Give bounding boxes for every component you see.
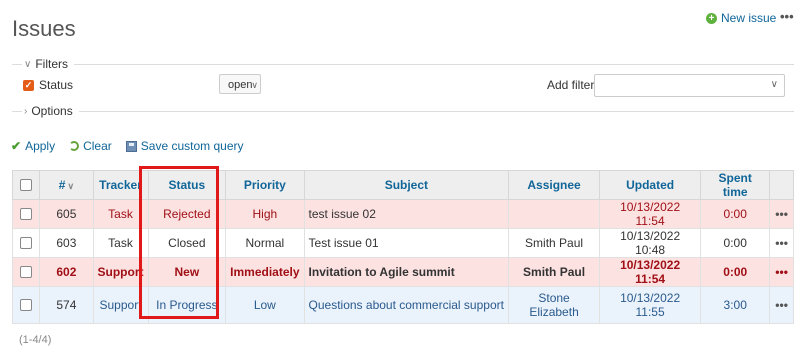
- issue-priority: Normal: [225, 228, 305, 258]
- issue-spent-time: 0:00: [700, 199, 771, 229]
- column-header-subject[interactable]: Subject: [303, 170, 510, 200]
- issue-id[interactable]: 605: [39, 199, 94, 229]
- options-legend-label: Options: [31, 104, 73, 118]
- save-query-label: Save custom query: [140, 139, 244, 153]
- row-checkbox[interactable]: [20, 208, 33, 220]
- chevron-down-icon: ∨: [24, 58, 32, 70]
- add-filter-label: Add filter: [547, 78, 595, 92]
- column-header-updated[interactable]: Updated: [598, 170, 702, 200]
- chevron-down-icon: ∨: [251, 80, 258, 90]
- issue-priority: High: [225, 199, 305, 229]
- issue-id[interactable]: 602: [39, 257, 94, 287]
- issue-updated: 10/13/2022 11:55: [598, 286, 702, 324]
- issue-priority: Low: [225, 286, 305, 324]
- clear-button[interactable]: Clear: [69, 139, 112, 153]
- column-header-spent-time[interactable]: Spent time: [700, 170, 771, 200]
- issue-subject[interactable]: Questions about commercial support: [303, 286, 510, 324]
- issue-status: Closed: [147, 228, 227, 258]
- status-filter-label: Status: [39, 78, 74, 92]
- pagination-count: (1-4/4): [19, 334, 52, 346]
- options-legend: › Options: [12, 104, 794, 118]
- issue-updated: 10/13/2022 11:54: [598, 257, 702, 287]
- issue-status: In Progress: [147, 286, 227, 324]
- issues-table: # ∨ Tracker Status Priority Subject Assig…: [11, 170, 794, 324]
- row-checkbox[interactable]: [20, 237, 33, 249]
- status-operator-select[interactable]: open ∨: [219, 74, 261, 94]
- issue-assignee[interactable]: [508, 199, 600, 229]
- row-more-icon[interactable]: •••: [769, 257, 794, 287]
- issue-id[interactable]: 574: [39, 286, 94, 324]
- options-toggle[interactable]: › Options: [24, 104, 73, 118]
- chevron-down-icon: ∨: [770, 79, 778, 90]
- filters-legend: ∨ Filters: [12, 57, 794, 71]
- add-filter-select[interactable]: ∨: [594, 74, 785, 97]
- filters-toggle[interactable]: ∨ Filters: [24, 57, 68, 71]
- issue-tracker: Task: [92, 199, 149, 229]
- save-query-button[interactable]: Save custom query: [125, 139, 244, 153]
- column-header-tracker[interactable]: Tracker: [92, 170, 149, 200]
- column-header-priority[interactable]: Priority: [225, 170, 305, 200]
- issue-spent-time: 0:00: [700, 228, 771, 258]
- issue-assignee[interactable]: Smith Paul: [508, 228, 600, 258]
- chevron-right-icon: ›: [24, 105, 28, 117]
- issue-subject[interactable]: Invitation to Agile summit: [303, 257, 510, 287]
- column-header-status[interactable]: Status: [147, 170, 227, 200]
- apply-button[interactable]: ✔ Apply: [11, 139, 55, 153]
- status-operator-value: open: [228, 79, 253, 91]
- chevron-down-icon: ∨: [67, 181, 75, 191]
- row-more-icon[interactable]: •••: [769, 199, 794, 229]
- row-more-icon[interactable]: •••: [769, 286, 794, 324]
- column-header-id[interactable]: # ∨: [39, 170, 94, 200]
- plus-icon: +: [706, 12, 717, 24]
- column-header-actions: [769, 170, 794, 200]
- table-row[interactable]: 602 Support New Immediately Invitation t…: [11, 257, 794, 287]
- issue-tracker: Support: [92, 286, 149, 324]
- row-more-icon[interactable]: •••: [769, 228, 794, 258]
- filters-legend-label: Filters: [35, 57, 68, 71]
- issue-status: New: [147, 257, 227, 287]
- issue-updated: 10/13/2022 10:48: [598, 228, 702, 258]
- reload-icon: [69, 141, 80, 151]
- apply-label: Apply: [25, 139, 56, 153]
- status-filter-checkbox[interactable]: ✓: [23, 79, 34, 91]
- row-checkbox[interactable]: [20, 266, 33, 278]
- status-filter-row: ✓ Status: [23, 78, 73, 92]
- new-issue-label: New issue: [721, 11, 777, 25]
- table-row[interactable]: 603 Task Closed Normal Test issue 01 Smi…: [11, 228, 794, 258]
- clear-label: Clear: [83, 139, 112, 153]
- issue-spent-time: 3:00: [700, 286, 771, 324]
- issue-priority: Immediately: [225, 257, 305, 287]
- table-row[interactable]: 574 Support In Progress Low Questions ab…: [11, 286, 794, 324]
- issue-assignee[interactable]: Stone Elizabeth: [508, 286, 600, 324]
- issue-tracker: Task: [92, 228, 149, 258]
- issue-spent-time: 0:00: [700, 257, 771, 287]
- column-header-assignee[interactable]: Assignee: [508, 170, 600, 200]
- query-actions: ✔ Apply Clear Save custom query: [11, 139, 252, 153]
- issue-tracker: Support: [92, 257, 149, 287]
- check-icon: ✔: [11, 139, 22, 153]
- page-title: Issues: [12, 16, 76, 41]
- issue-assignee[interactable]: Smith Paul: [508, 257, 600, 287]
- issue-subject[interactable]: test issue 02: [303, 199, 510, 229]
- table-row[interactable]: 605 Task Rejected High test issue 02 10/…: [11, 199, 794, 229]
- issue-id[interactable]: 603: [39, 228, 94, 258]
- row-checkbox[interactable]: [20, 299, 33, 311]
- more-actions-icon[interactable]: •••: [780, 9, 794, 24]
- select-all-checkbox-cell[interactable]: [11, 170, 41, 200]
- issue-updated: 10/13/2022 11:54: [598, 199, 702, 229]
- new-issue-link[interactable]: + New issue: [706, 11, 776, 25]
- table-header-row: # ∨ Tracker Status Priority Subject Assig…: [11, 170, 794, 200]
- select-all-checkbox[interactable]: [20, 179, 33, 191]
- save-icon: [125, 140, 137, 152]
- issue-status: Rejected: [147, 199, 227, 229]
- issue-subject[interactable]: Test issue 01: [303, 228, 510, 258]
